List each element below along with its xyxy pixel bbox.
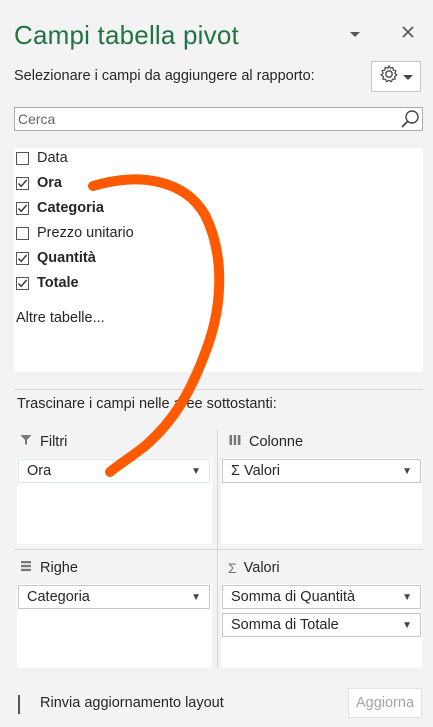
chevron-down-icon[interactable]: ▼ bbox=[402, 620, 412, 631]
values-item-somma-totale[interactable]: Somma di Totale ▼ bbox=[222, 613, 421, 637]
field-search-box[interactable] bbox=[14, 107, 423, 131]
field-item-ora[interactable]: Ora bbox=[16, 175, 62, 191]
field-item-quantita[interactable]: Quantità bbox=[16, 250, 96, 266]
filters-area-header: Filtri bbox=[20, 434, 67, 450]
columns-drop-area[interactable]: Σ Valori ▼ bbox=[221, 458, 422, 544]
columns-item-valori[interactable]: Σ Valori ▼ bbox=[222, 459, 421, 483]
update-button[interactable]: Aggiorna bbox=[348, 688, 422, 718]
drag-instructions: Trascinare i campi nelle aree sottostant… bbox=[17, 396, 277, 412]
task-pane-options-icon[interactable] bbox=[349, 26, 361, 42]
defer-update-label: Rinvia aggiornamento layout bbox=[40, 695, 224, 711]
rows-area-label: Righe bbox=[40, 560, 78, 576]
columns-area-label: Colonne bbox=[249, 434, 304, 450]
tools-button[interactable] bbox=[371, 61, 421, 92]
area-item-label: Ora bbox=[27, 463, 52, 479]
area-item-label: Somma di Quantità bbox=[231, 589, 356, 605]
values-area-label: Valori bbox=[243, 560, 280, 576]
more-tables-link[interactable]: Altre tabelle... bbox=[16, 310, 105, 326]
field-item-totale[interactable]: Totale bbox=[16, 275, 79, 291]
field-checkbox[interactable] bbox=[16, 251, 29, 265]
field-checkbox[interactable] bbox=[16, 176, 29, 190]
chevron-down-icon[interactable]: ▼ bbox=[191, 592, 201, 603]
area-item-label: Somma di Totale bbox=[231, 617, 339, 633]
area-item-label: Categoria bbox=[27, 589, 90, 605]
filters-area-label: Filtri bbox=[40, 434, 68, 450]
area-item-label: Σ Valori bbox=[231, 463, 280, 479]
chevron-down-icon[interactable]: ▼ bbox=[191, 466, 201, 477]
columns-area-header: Colonne bbox=[229, 434, 303, 450]
field-label: Prezzo unitario bbox=[37, 225, 134, 241]
close-icon[interactable] bbox=[401, 25, 415, 42]
field-label: Totale bbox=[37, 275, 79, 291]
values-area-header: Σ Valori bbox=[228, 560, 280, 576]
area-divider-horizontal bbox=[14, 549, 423, 550]
search-input[interactable] bbox=[15, 108, 391, 130]
chevron-down-icon[interactable]: ▼ bbox=[402, 592, 412, 603]
rows-area-header: Righe bbox=[20, 560, 78, 576]
field-item-data[interactable]: Data bbox=[16, 150, 68, 166]
field-checkbox[interactable] bbox=[16, 276, 29, 290]
filters-item-ora[interactable]: Ora ▼ bbox=[18, 459, 210, 483]
field-label: Quantità bbox=[37, 250, 96, 266]
panel-title: Campi tabella pivot bbox=[14, 20, 239, 50]
field-item-categoria[interactable]: Categoria bbox=[16, 200, 104, 216]
field-checkbox[interactable] bbox=[16, 151, 29, 165]
chevron-down-icon[interactable]: ▼ bbox=[402, 466, 412, 477]
values-drop-area[interactable]: Somma di Quantità ▼ Somma di Totale ▼ bbox=[221, 584, 422, 668]
field-checkbox[interactable] bbox=[16, 226, 29, 240]
columns-icon bbox=[229, 434, 241, 450]
sigma-icon: Σ bbox=[228, 560, 237, 576]
rows-drop-area[interactable]: Categoria ▼ bbox=[17, 584, 212, 668]
defer-update-checkbox[interactable] bbox=[18, 695, 20, 714]
field-list: Data Ora Categoria Prezzo unitario Quant… bbox=[14, 148, 423, 372]
rows-item-categoria[interactable]: Categoria ▼ bbox=[18, 585, 210, 609]
search-icon[interactable] bbox=[400, 109, 420, 134]
field-item-prezzo-unitario[interactable]: Prezzo unitario bbox=[16, 225, 134, 241]
field-label: Ora bbox=[37, 175, 62, 191]
gear-icon bbox=[379, 64, 399, 89]
panel-subtitle: Selezionare i campi da aggiungere al rap… bbox=[14, 68, 315, 84]
field-label: Categoria bbox=[37, 200, 104, 216]
field-label: Data bbox=[37, 150, 68, 166]
divider bbox=[14, 389, 423, 390]
chevron-down-icon bbox=[403, 68, 413, 86]
field-checkbox[interactable] bbox=[16, 201, 29, 215]
filters-drop-area[interactable]: Ora ▼ bbox=[17, 458, 212, 544]
filter-icon bbox=[20, 434, 32, 450]
values-item-somma-quantita[interactable]: Somma di Quantità ▼ bbox=[222, 585, 421, 609]
rows-icon bbox=[20, 560, 32, 576]
